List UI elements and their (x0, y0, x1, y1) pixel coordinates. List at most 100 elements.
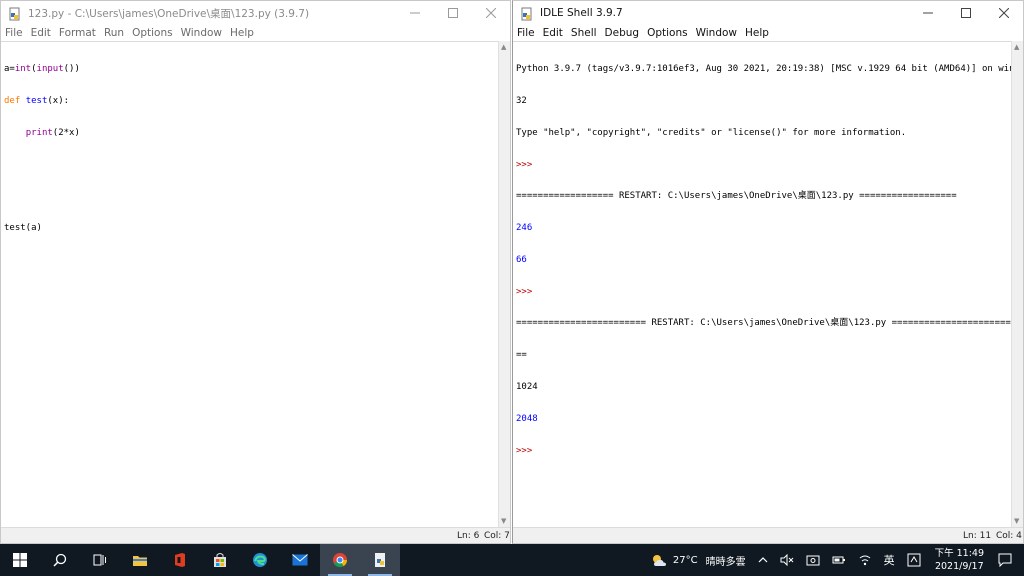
edge-button[interactable] (240, 544, 280, 576)
search-button[interactable] (40, 544, 80, 576)
notification-icon (998, 553, 1012, 567)
scroll-down-icon[interactable]: ▼ (1014, 517, 1019, 525)
scroll-up-icon[interactable]: ▲ (1014, 43, 1019, 51)
minimize-button[interactable] (909, 1, 947, 25)
shell-menubar: File Edit Shell Debug Options Window Hel… (513, 25, 1023, 41)
restart-line: ================== RESTART: C:\Users\jam… (516, 191, 957, 202)
shell-banner-line: Python 3.9.7 (tags/v3.9.7:1016ef3, Aug 3… (516, 64, 1011, 75)
partly-cloudy-icon (652, 555, 666, 566)
menu-help[interactable]: Help (230, 27, 254, 39)
code-editor[interactable]: a=int(input()) def test(x): print(2*x) t… (1, 41, 498, 527)
menu-window[interactable]: Window (181, 27, 222, 39)
show-hidden-icons-button[interactable] (758, 556, 768, 564)
shell-stdout: 66 (516, 254, 527, 265)
shell-prompt: >>> (516, 286, 533, 297)
shell-statusbar: Ln: 11 Col: 4 (513, 527, 1023, 543)
weather-widget[interactable]: 27°C 晴時多雲 (650, 553, 746, 568)
office-button[interactable] (160, 544, 200, 576)
menu-options[interactable]: Options (132, 27, 173, 39)
editor-statusbar: Ln: 6 Col: 7 (1, 527, 510, 543)
task-view-button[interactable] (80, 544, 120, 576)
python-shell-icon (520, 6, 534, 21)
editor-title: 123.py - C:\Users\james\OneDrive\桌面\123.… (28, 7, 310, 20)
shell-scrollbar[interactable]: ▲ ▼ (1011, 41, 1023, 527)
battery-button[interactable] (832, 554, 846, 566)
shell-title: IDLE Shell 3.9.7 (540, 7, 623, 19)
editor-window: 123.py - C:\Users\james\OneDrive\桌面\123.… (0, 0, 511, 544)
editor-line-number: Ln: 6 (457, 531, 480, 541)
clock-time: 下午 11:49 (934, 548, 984, 559)
weather-temp: 27°C (672, 554, 698, 566)
battery-icon (832, 556, 845, 564)
store-icon (214, 553, 226, 567)
volume-button[interactable] (780, 554, 794, 566)
chevron-up-icon (758, 557, 768, 563)
menu-edit[interactable]: Edit (543, 27, 563, 39)
store-button[interactable] (200, 544, 240, 576)
idle-button[interactable] (360, 544, 400, 576)
capture-button[interactable] (806, 554, 820, 566)
menu-file[interactable]: File (517, 27, 535, 39)
shell-column-number: Col: 4 (996, 531, 1022, 541)
menu-shell[interactable]: Shell (571, 27, 597, 39)
menu-debug[interactable]: Debug (605, 27, 640, 39)
network-button[interactable] (858, 553, 872, 567)
editor-titlebar[interactable]: 123.py - C:\Users\james\OneDrive\桌面\123.… (1, 1, 510, 25)
shell-window: IDLE Shell 3.9.7 File Edit Shell Debug O… (512, 0, 1024, 544)
maximize-button[interactable] (434, 1, 472, 25)
shell-titlebar[interactable]: IDLE Shell 3.9.7 (513, 1, 1023, 25)
shell-output[interactable]: Python 3.9.7 (tags/v3.9.7:1016ef3, Aug 3… (513, 41, 1011, 527)
mail-button[interactable] (280, 544, 320, 576)
code-line-3: print(2*x) (25, 127, 80, 138)
code-line-2: def test(x): (4, 95, 70, 106)
start-button[interactable] (0, 544, 40, 576)
editor-menubar: File Edit Format Run Options Window Help (1, 25, 510, 41)
menu-file[interactable]: File (5, 27, 23, 39)
weather-desc: 晴時多雲 (705, 556, 746, 568)
scroll-up-icon[interactable]: ▲ (501, 43, 506, 51)
chrome-button[interactable] (320, 544, 360, 576)
network-icon (859, 555, 870, 566)
task-view-icon (93, 554, 106, 566)
editor-scrollbar[interactable]: ▲ ▼ (498, 41, 510, 527)
shell-prompt: >>> (516, 159, 533, 170)
close-button[interactable] (472, 1, 510, 25)
restart-line: == (516, 350, 527, 361)
mail-icon (292, 554, 308, 566)
menu-window[interactable]: Window (696, 27, 737, 39)
ime-mode-button[interactable] (907, 553, 921, 567)
clock[interactable]: 下午 11:49 2021/9/17 (935, 547, 984, 573)
close-button[interactable] (985, 1, 1023, 25)
code-line-6: test(a) (4, 223, 42, 234)
shell-input-echo: 1024 (516, 382, 538, 392)
chrome-icon (333, 553, 348, 568)
menu-run[interactable]: Run (104, 27, 124, 39)
notification-button[interactable] (998, 553, 1012, 567)
screen-capture-icon (806, 555, 820, 566)
clock-date: 2021/9/17 (934, 561, 984, 572)
volume-muted-icon (780, 554, 793, 566)
shell-line-number: Ln: 11 (963, 531, 992, 541)
menu-edit[interactable]: Edit (31, 27, 51, 39)
taskbar: 27°C 晴時多雲 英 下午 11:49 2021/9/17 (0, 544, 1024, 576)
office-icon (175, 553, 185, 567)
system-tray: 27°C 晴時多雲 英 下午 11:49 2021/9/17 (644, 544, 1024, 576)
scroll-down-icon[interactable]: ▼ (501, 517, 506, 525)
menu-help[interactable]: Help (745, 27, 769, 39)
shell-stdout: 2048 (516, 413, 538, 424)
file-explorer-button[interactable] (120, 544, 160, 576)
maximize-button[interactable] (947, 1, 985, 25)
folder-icon (133, 556, 147, 566)
code-line-1: a=int(input()) (4, 64, 80, 75)
shell-prompt: >>> (516, 445, 533, 456)
restart-line: ======================== RESTART: C:\Use… (516, 318, 1011, 329)
ime-indicator[interactable]: 英 (884, 552, 895, 568)
menu-format[interactable]: Format (59, 27, 96, 39)
ime-mode-icon (907, 553, 921, 567)
menu-options[interactable]: Options (647, 27, 688, 39)
search-icon (53, 553, 67, 567)
minimize-button[interactable] (396, 1, 434, 25)
python-file-icon (8, 6, 22, 21)
